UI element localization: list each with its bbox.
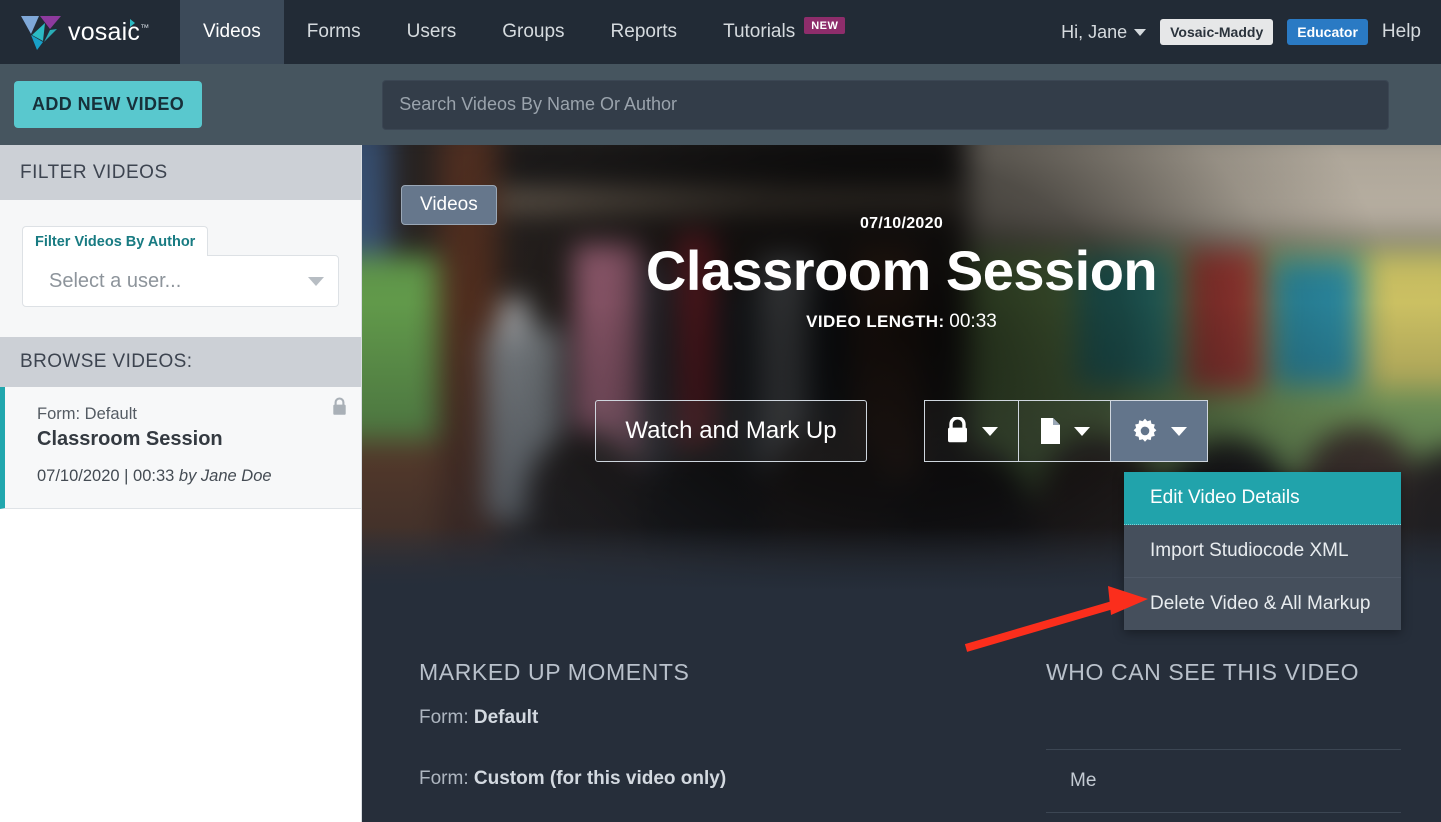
page-title: Classroom Session xyxy=(645,239,1158,302)
search-input[interactable] xyxy=(382,79,1389,130)
hero-text-block: 07/10/2020 Classroom Session VIDEO LENGT… xyxy=(362,215,1441,333)
logo-i-dot-icon xyxy=(130,18,135,27)
menu-item-delete-video-and-markup[interactable]: Delete Video & All Markup xyxy=(1124,578,1401,630)
divider xyxy=(1046,812,1401,813)
filter-videos-header: FILTER VIDEOS xyxy=(0,145,361,200)
sidebar: FILTER VIDEOS Filter Videos By Author Se… xyxy=(0,145,362,822)
marked-up-form-row: Form: Custom (for this video only) xyxy=(419,768,727,789)
nav-item-forms[interactable]: Forms xyxy=(284,0,384,64)
role-badge: Educator xyxy=(1287,19,1368,45)
chevron-down-icon xyxy=(1073,426,1090,436)
nav-right-cluster: Hi, Jane Vosaic-Maddy Educator Help xyxy=(1061,0,1441,64)
document-icon xyxy=(1040,418,1060,444)
lock-icon xyxy=(947,417,967,443)
chevron-down-icon xyxy=(1134,28,1147,36)
organization-badge: Vosaic-Maddy xyxy=(1160,19,1274,45)
main-content: Videos 07/10/2020 Classroom Session VIDE… xyxy=(362,145,1441,822)
add-new-video-button[interactable]: ADD NEW VIDEO xyxy=(14,81,203,128)
marked-up-moments-title: MARKED UP MOMENTS xyxy=(419,659,690,685)
list-item[interactable]: Form: Default Classroom Session 07/10/20… xyxy=(0,387,361,509)
filter-by-author-label: Filter Videos By Author xyxy=(22,226,209,256)
menu-item-import-studiocode-xml[interactable]: Import Studiocode XML xyxy=(1124,525,1401,578)
user-menu[interactable]: Hi, Jane xyxy=(1061,21,1147,43)
filter-section: Filter Videos By Author Select a user... xyxy=(0,200,361,337)
privacy-dropdown-button[interactable] xyxy=(923,400,1018,462)
nav-item-reports[interactable]: Reports xyxy=(588,0,701,64)
sub-toolbar: ADD NEW VIDEO xyxy=(0,64,1441,145)
app-root: vosaic™ Videos Forms Users Groups Report… xyxy=(0,0,1441,822)
list-item-form: Form: Default xyxy=(37,405,137,423)
chevron-down-icon xyxy=(308,276,324,286)
nav-item-users[interactable]: Users xyxy=(384,0,480,64)
hero-icon-button-group xyxy=(923,400,1208,462)
vosaic-logo[interactable]: vosaic™ xyxy=(0,0,180,64)
hero-action-row: Watch and Mark Up xyxy=(362,400,1441,462)
new-badge: NEW xyxy=(804,16,846,34)
lock-icon xyxy=(333,397,346,415)
nav-links: Videos Forms Users Groups Reports Tutori… xyxy=(180,0,1061,64)
search-container xyxy=(382,79,1441,130)
nav-item-videos[interactable]: Videos xyxy=(180,0,284,64)
settings-dropdown-button[interactable] xyxy=(1109,400,1208,462)
list-item-meta: 07/10/2020 | 00:33 by Jane Doe xyxy=(37,467,272,485)
watch-and-mark-up-button[interactable]: Watch and Mark Up xyxy=(595,400,867,462)
chevron-down-icon xyxy=(1170,426,1187,436)
nav-item-groups[interactable]: Groups xyxy=(479,0,587,64)
user-greeting-label: Hi, Jane xyxy=(1061,21,1128,42)
video-length: VIDEO LENGTH: 00:33 xyxy=(806,311,997,333)
top-navigation-bar: vosaic™ Videos Forms Users Groups Report… xyxy=(0,0,1441,64)
gear-icon xyxy=(1133,418,1156,442)
marked-up-form-row: Form: Default xyxy=(419,707,539,728)
menu-item-edit-video-details[interactable]: Edit Video Details xyxy=(1124,472,1401,525)
viewer-list-item: Me xyxy=(1070,770,1097,791)
viewer-list: Me xyxy=(1046,749,1401,813)
visibility-panel: WHO CAN SEE THIS VIDEO Me xyxy=(1022,597,1441,822)
chevron-down-icon xyxy=(981,426,998,436)
browse-videos-header: BROWSE VIDEOS: xyxy=(0,337,361,387)
who-can-see-title: WHO CAN SEE THIS VIDEO xyxy=(1046,659,1360,685)
logo-wordmark: vosaic™ xyxy=(68,17,150,46)
export-dropdown-button[interactable] xyxy=(1017,400,1110,462)
author-select[interactable]: Select a user... xyxy=(22,255,339,307)
nav-item-help[interactable]: Help xyxy=(1382,21,1421,43)
vosaic-logo-icon xyxy=(21,16,61,50)
nav-item-tutorials[interactable]: Tutorials NEW xyxy=(700,0,868,64)
video-date: 07/10/2020 xyxy=(859,215,944,232)
marked-up-moments-panel: MARKED UP MOMENTS Form: Default Form: Cu… xyxy=(362,597,1022,822)
author-select-value: Select a user... xyxy=(49,269,182,292)
settings-dropdown-menu: Edit Video Details Import Studiocode XML… xyxy=(1124,472,1401,630)
detail-panels: MARKED UP MOMENTS Form: Default Form: Cu… xyxy=(362,597,1441,822)
list-item-title: Classroom Session xyxy=(37,428,223,450)
